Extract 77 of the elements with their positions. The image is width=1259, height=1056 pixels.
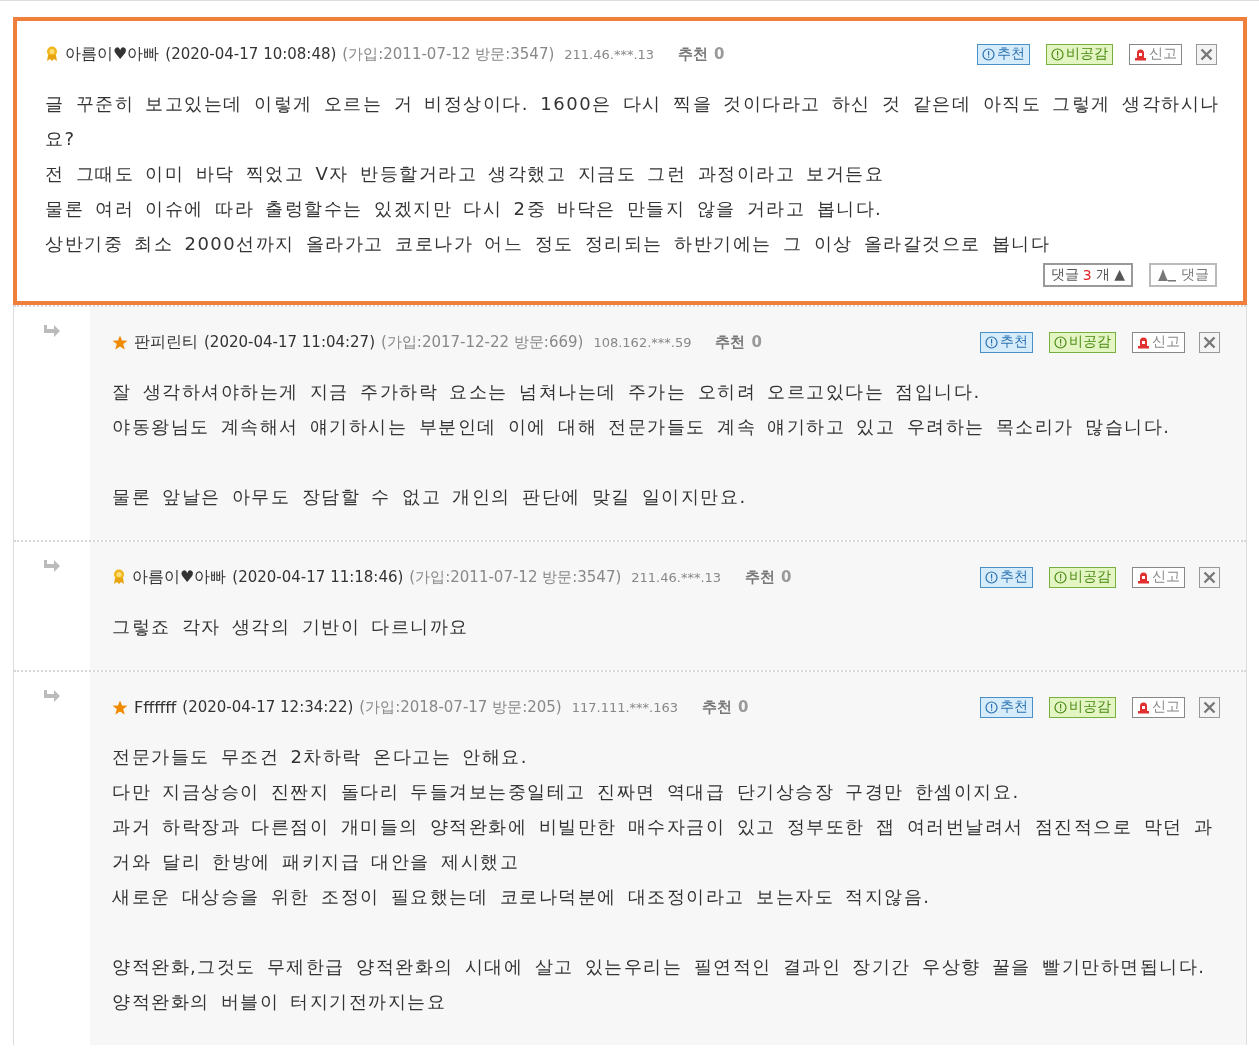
comment-text: 전 그때도 이미 바닥 찍었고 V자 반등할거라고 생각했고 지금도 그런 과정이라고 보거든요 xyxy=(45,162,886,186)
close-icon xyxy=(1200,47,1213,61)
comment-text: 글 꾸준히 보고있는데 이렇게 오르는 거 비정상이다. 1600은 다시 찍을 것이다라고 하신 것 같은데 아직도 그렇게 생각하시나 xyxy=(45,92,1217,116)
comment-text: 새로운 대상승을 위한 조정이 필요했는데 코로나덕분에 대조정이라고 보는자도 적지않음. xyxy=(112,885,932,909)
comment-text: 다만 지금상승이 진짠지 돌다리 두들겨보는중일테고 진짜면 역대급 단기상승장 구경만 한셈이지요. xyxy=(112,780,1021,804)
member-info: (가입:2011-07-12 방문:3547) xyxy=(409,567,622,587)
bell-icon xyxy=(1134,47,1147,61)
ip-address: 211.46.***.13 xyxy=(564,46,655,62)
dislike-button[interactable]: 비공감 xyxy=(1046,43,1113,65)
comment-text: 전문가들도 무조건 2차하락 온다고는 안해요. xyxy=(112,745,530,769)
recommend-count: 0 xyxy=(781,568,792,586)
recommend-count: 0 xyxy=(738,698,749,716)
recommend-label: 추천 xyxy=(702,697,733,717)
author-name[interactable]: 아름이♥아빠 xyxy=(65,43,160,65)
star-icon xyxy=(112,699,128,715)
recommend-label: 추천 xyxy=(745,567,776,587)
recommend-label: 추천 xyxy=(678,44,709,64)
close-button[interactable] xyxy=(1196,43,1217,65)
bell-icon xyxy=(1137,570,1150,584)
replies-toggle-button[interactable]: 댓글 3 개 ▲ xyxy=(1042,263,1133,287)
recommend-button[interactable]: 추천 xyxy=(980,696,1033,718)
comment-text: 요? xyxy=(45,127,77,151)
ip-address: 211.46.***.13 xyxy=(631,569,722,585)
info-icon xyxy=(985,700,998,714)
close-icon xyxy=(1203,700,1216,714)
comment-text: 물론 앞날은 아무도 장담할 수 없고 개인의 판단에 맞길 일이지만요. xyxy=(112,485,748,509)
report-button[interactable]: 신고 xyxy=(1129,43,1182,65)
medal-icon xyxy=(112,569,126,585)
recommend-label: 추천 xyxy=(715,332,746,352)
close-button[interactable] xyxy=(1199,566,1220,588)
dislike-button[interactable]: 비공감 xyxy=(1049,331,1116,353)
close-icon xyxy=(1203,335,1216,349)
ip-address: 108.162.***.59 xyxy=(593,334,692,350)
comment-text: 과거 하락장과 다른점이 개미들의 양적완화에 비빌만한 매수자금이 있고 정부또한 잽 여러번날려서 점진적으로 막던 과 xyxy=(112,815,1215,839)
reply-arrow-icon xyxy=(43,688,61,702)
report-button[interactable]: 신고 xyxy=(1132,696,1185,718)
info-icon xyxy=(985,570,998,584)
comment-text: 물론 여러 이슈에 따라 출렁할수는 있겠지만 다시 2중 바닥은 만들지 않을 거라고 봅니다. xyxy=(45,197,884,221)
author-name[interactable]: 아름이♥아빠 xyxy=(132,566,227,588)
star-icon xyxy=(112,334,128,350)
close-button[interactable] xyxy=(1199,331,1220,353)
comment-datetime: (2020-04-17 11:04:27) xyxy=(204,333,375,351)
comment-datetime: (2020-04-17 12:34:22) xyxy=(182,698,354,716)
member-info: (가입:2017-12-22 방문:669) xyxy=(381,332,584,352)
comment-text: 거와 달리 한방에 패키지급 대안을 제시했고 xyxy=(112,850,521,874)
report-button[interactable]: 신고 xyxy=(1132,331,1185,353)
write-reply-button[interactable]: 댓글 xyxy=(1149,263,1217,287)
bell-icon xyxy=(1137,335,1150,349)
comment-text: 잘 생각하셔야하는게 지금 주가하락 요소는 넘쳐나는데 주가는 오히려 오르고있다는 점입니다. xyxy=(112,380,982,404)
recommend-count: 0 xyxy=(751,333,762,351)
comment-text: 양적완화,그것도 무제한급 양적완화의 시대에 살고 있는우리는 필연적인 결과인 장기간 우상향 꿀을 빨기만하면됩니다. xyxy=(112,955,1207,979)
recommend-button[interactable]: 추천 xyxy=(980,331,1033,353)
comment-datetime: (2020-04-17 10:08:48) xyxy=(165,45,337,63)
member-info: (가입:2011-07-12 방문:3547) xyxy=(342,44,555,64)
author-name[interactable]: Fffffff xyxy=(134,697,177,717)
close-button[interactable] xyxy=(1199,696,1220,718)
recommend-button[interactable]: 추천 xyxy=(977,43,1030,65)
bell-icon xyxy=(1137,700,1150,714)
medal-icon xyxy=(45,46,59,62)
ip-address: 117.111.***.163 xyxy=(571,699,679,715)
comment-text: 야동왕님도 계속해서 얘기하시는 부분인데 이에 대해 전문가들도 계속 얘기하고 있고 우려하는 목소리가 많습니다. xyxy=(112,415,1172,439)
comment-text: 그렇죠 각자 생각의 기반이 다르니까요 xyxy=(112,615,470,639)
comment-text: 양적완화의 버블이 터지기전까지는요 xyxy=(112,990,448,1014)
dislike-button[interactable]: 비공감 xyxy=(1049,566,1116,588)
info-icon xyxy=(985,335,998,349)
dislike-button[interactable]: 비공감 xyxy=(1049,696,1116,718)
comment-text: 상반기중 최소 2000선까지 올라가고 코로나가 어느 정도 정리되는 하반기에는 그 이상 올라갈것으로 봅니다 xyxy=(45,232,1052,256)
close-icon xyxy=(1203,570,1216,584)
member-info: (가입:2018-07-17 방문:205) xyxy=(359,697,562,717)
author-name[interactable]: 판피린티 xyxy=(134,331,198,353)
info-icon xyxy=(982,47,995,61)
report-button[interactable]: 신고 xyxy=(1132,566,1185,588)
reply-arrow-icon xyxy=(43,323,61,337)
reply-arrow-icon xyxy=(43,558,61,572)
recommend-button[interactable]: 추천 xyxy=(980,566,1033,588)
recommend-count: 0 xyxy=(714,45,725,63)
comment-datetime: (2020-04-17 11:18:46) xyxy=(232,568,404,586)
